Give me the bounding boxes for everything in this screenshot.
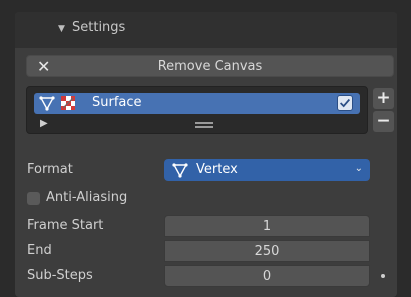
expand-arrow-icon[interactable]: ▶ — [40, 118, 48, 129]
format-label: Format — [27, 162, 73, 177]
sub-steps-label: Sub-Steps — [27, 268, 93, 283]
list-item[interactable]: Surface — [34, 93, 360, 114]
add-canvas-button[interactable]: + — [373, 88, 394, 109]
vertex-icon — [39, 96, 55, 111]
frame-start-label: Frame Start — [27, 218, 104, 233]
vertex-icon — [172, 163, 188, 178]
remove-item-button[interactable]: − — [373, 111, 394, 132]
end-field[interactable]: 250 — [164, 240, 370, 262]
format-dropdown[interactable]: Vertex ⌄ — [164, 159, 370, 181]
enabled-checkbox[interactable] — [337, 95, 353, 111]
sub-steps-value: 0 — [262, 269, 272, 284]
anti-aliasing-checkbox[interactable] — [27, 192, 40, 205]
remove-canvas-button[interactable]: ✕ Remove Canvas — [26, 55, 394, 77]
end-label: End — [27, 243, 52, 258]
canvas-list[interactable]: Surface ▶ — [26, 86, 368, 134]
format-value: Vertex — [196, 162, 238, 177]
panel-title[interactable]: Settings — [72, 20, 125, 35]
checkmark-icon — [340, 98, 351, 108]
list-item-name[interactable]: Surface — [92, 95, 142, 110]
anti-aliasing-label[interactable]: Anti-Aliasing — [46, 190, 127, 205]
end-value: 250 — [254, 244, 280, 259]
collapse-arrow-icon[interactable]: ▼ — [58, 24, 65, 34]
frame-start-field[interactable]: 1 — [164, 215, 370, 237]
chevron-down-icon: ⌄ — [354, 163, 363, 174]
keyframe-dot-icon[interactable] — [381, 274, 385, 278]
remove-canvas-label: Remove Canvas — [157, 59, 263, 74]
frame-start-value: 1 — [262, 219, 272, 234]
sub-steps-field[interactable]: 0 — [164, 265, 370, 287]
checker-texture-icon — [61, 96, 75, 110]
resize-grip[interactable] — [195, 122, 213, 130]
